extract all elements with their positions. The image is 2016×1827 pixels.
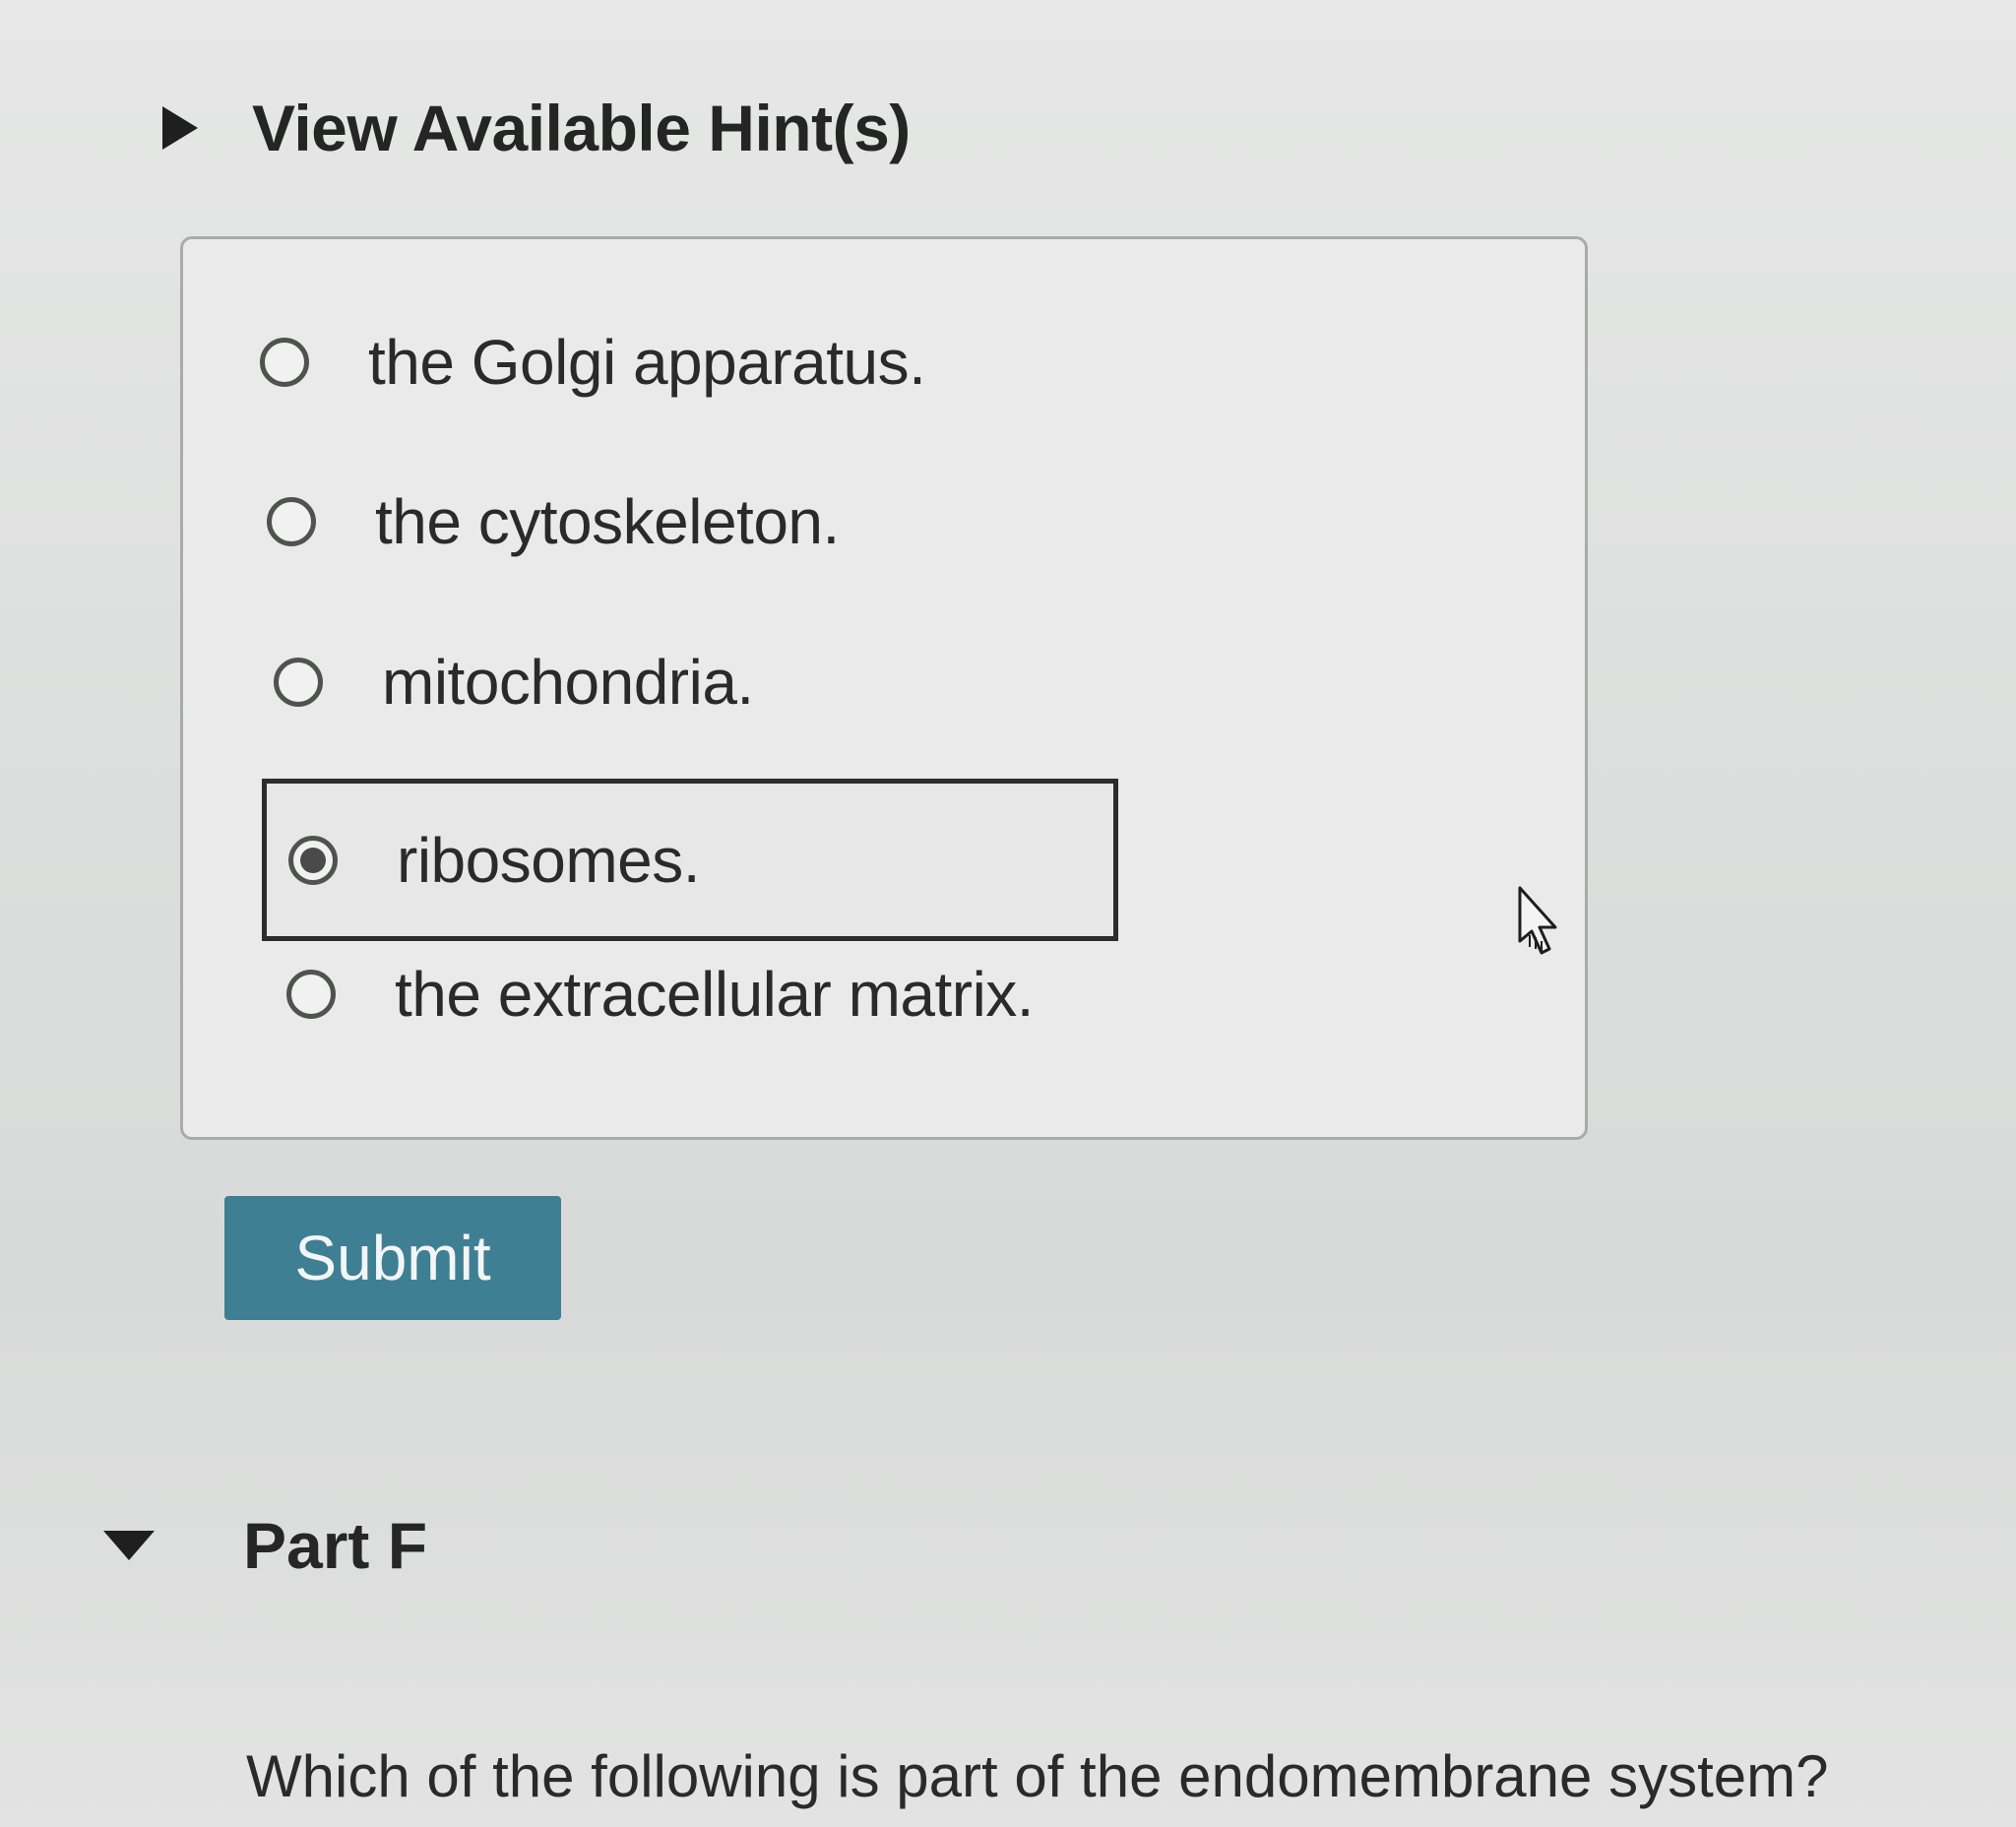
choice-label: the extracellular matrix. [395, 959, 1035, 1030]
part-f-toggle[interactable]: Part F [103, 1496, 427, 1595]
choice-label: mitochondria. [382, 647, 754, 718]
radio-button[interactable] [267, 497, 316, 546]
part-f-question: Which of the following is part of the en… [246, 1743, 1829, 1809]
radio-button-selected[interactable] [288, 835, 338, 885]
part-f-title: Part F [243, 1509, 428, 1582]
choice-cytoskeleton[interactable]: the cytoskeleton. [267, 468, 840, 576]
radio-button[interactable] [260, 338, 309, 387]
caret-down-icon [103, 1531, 155, 1560]
answer-choices-panel: the Golgi apparatus. the cytoskeleton. m… [180, 236, 1588, 1140]
radio-button[interactable] [286, 970, 336, 1019]
submit-button[interactable]: Submit [224, 1196, 561, 1320]
choice-label: ribosomes. [397, 824, 701, 896]
view-hints-toggle[interactable]: View Available Hint(s) [162, 84, 911, 172]
hand-cursor-icon [1518, 886, 1557, 955]
choice-label: the cytoskeleton. [375, 486, 840, 557]
choice-golgi-apparatus[interactable]: the Golgi apparatus. [260, 308, 926, 416]
view-hints-label: View Available Hint(s) [252, 92, 911, 164]
radio-button[interactable] [274, 658, 323, 707]
choice-ribosomes[interactable]: ribosomes. [262, 779, 1118, 941]
choice-label: the Golgi apparatus. [368, 327, 926, 398]
choice-extracellular-matrix[interactable]: the extracellular matrix. [286, 940, 1035, 1048]
choice-mitochondria[interactable]: mitochondria. [274, 628, 754, 736]
radio-dot-icon [300, 847, 326, 873]
caret-right-icon [162, 106, 198, 150]
